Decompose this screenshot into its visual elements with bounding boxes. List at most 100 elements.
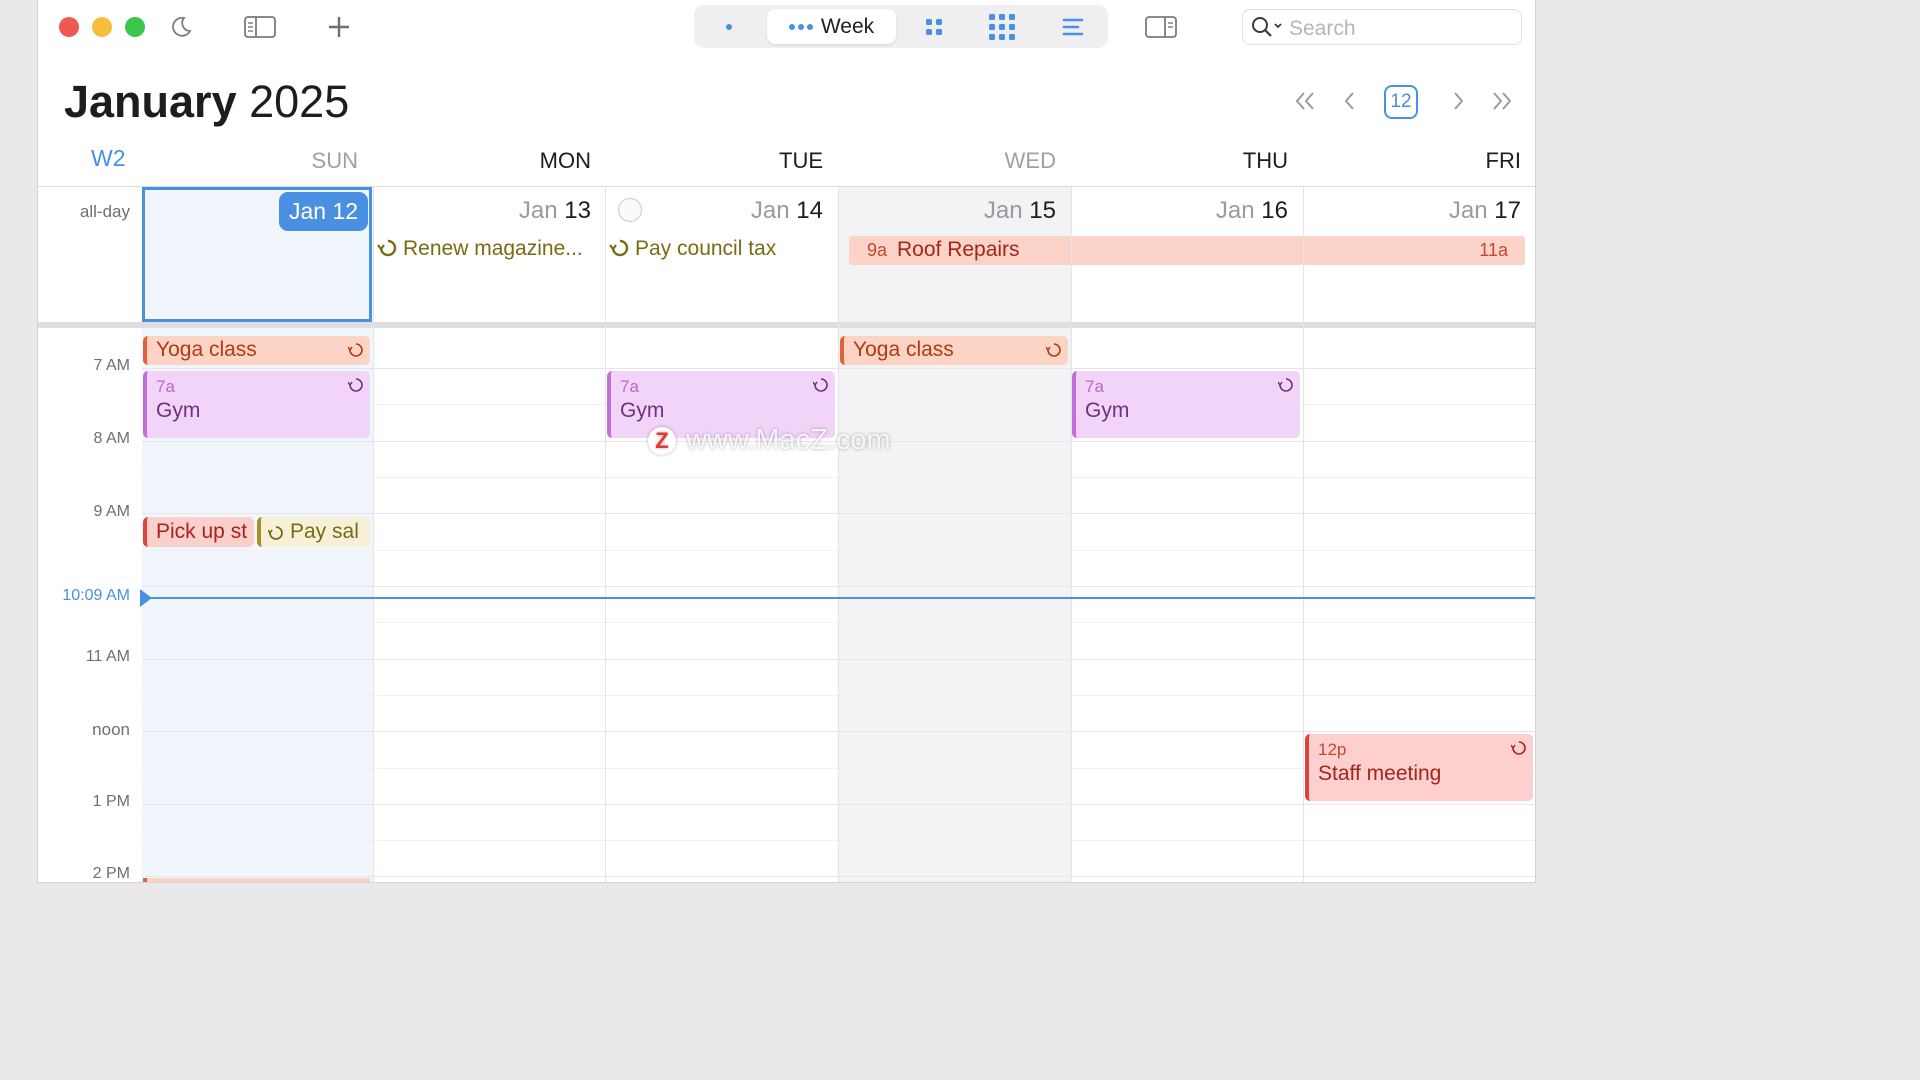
column-divider	[605, 187, 606, 882]
week-view-label: Week	[820, 14, 875, 38]
column-divider	[1303, 187, 1304, 882]
day-view-icon	[726, 23, 732, 30]
search-icon	[1252, 17, 1282, 37]
repeat-icon	[377, 239, 397, 257]
view-mode-control: Week	[694, 5, 1108, 48]
date-day: 17	[1494, 197, 1521, 224]
time-label-11am: 11 AM	[85, 648, 130, 665]
search-input[interactable]: Search	[1289, 17, 1356, 41]
all-day-label: all-day	[79, 202, 130, 221]
date-month: Jan	[1215, 197, 1255, 224]
event-title: Gym	[1085, 399, 1130, 422]
double-chevron-right-icon[interactable]	[1491, 88, 1513, 119]
event-end-time: 11a	[1479, 240, 1508, 260]
event-yoga-sun[interactable]: Yoga class	[143, 336, 370, 365]
close-button[interactable]	[59, 17, 79, 37]
date-mon: Jan 13	[488, 197, 591, 225]
list-view-icon	[1062, 18, 1084, 35]
double-chevron-left-icon[interactable]	[1294, 88, 1316, 119]
event-pick-up[interactable]: Pick up st	[143, 517, 254, 547]
event-title: Yoga class	[853, 338, 954, 361]
month-view-button[interactable]	[912, 9, 956, 44]
zoom-button[interactable]	[125, 17, 145, 37]
date-day: 16	[1261, 197, 1288, 224]
minimize-button[interactable]	[92, 17, 112, 37]
week-number: W2	[91, 145, 126, 171]
year-label: 2025	[249, 76, 350, 127]
event-title: Staff meeting	[1318, 762, 1442, 785]
day-header-wed: WED	[1004, 148, 1056, 173]
date-day: 13	[564, 197, 591, 224]
watermark-text: www.MacZ.com	[686, 424, 891, 456]
date-fri: Jan 17	[1418, 197, 1521, 225]
chevron-right-icon[interactable]	[1451, 88, 1465, 119]
chevron-left-icon[interactable]	[1343, 88, 1357, 119]
moon-phase-icon	[618, 198, 642, 222]
watermark-logo-icon: Z	[648, 426, 676, 455]
date-month: Jan	[1448, 197, 1488, 224]
day-header-tue: TUE	[779, 148, 823, 173]
calendar-window: Week Search January 2025 12 W2 SUN MON T…	[38, 0, 1535, 882]
day-header-mon: MON	[539, 148, 591, 173]
time-label-7am: 7 AM	[93, 357, 130, 374]
event-staff-meeting[interactable]: 12p Staff meeting	[1305, 734, 1533, 801]
repeat-icon	[1278, 378, 1293, 392]
page-title: January 2025	[64, 76, 349, 128]
event-time: 7a	[620, 377, 639, 396]
event-title: Gym	[620, 399, 665, 422]
date-wed: Jan 15	[953, 197, 1056, 225]
task-title: Pay council tax	[635, 237, 777, 260]
repeat-icon	[268, 526, 283, 540]
wed-column	[838, 187, 1071, 882]
repeat-icon	[609, 239, 629, 257]
column-divider	[373, 187, 374, 882]
date-month: Jan	[750, 197, 790, 224]
date-thu: Jan 16	[1185, 197, 1288, 225]
event-pay-salary[interactable]: Pay sal	[257, 517, 370, 547]
event-title: Roof Repairs	[897, 238, 1020, 261]
event-partial[interactable]	[143, 878, 370, 882]
list-view-button[interactable]	[1051, 9, 1095, 44]
event-time: 7a	[1085, 377, 1104, 396]
date-day: 15	[1029, 197, 1056, 224]
event-time: 12p	[1318, 740, 1347, 759]
moon-icon[interactable]	[166, 10, 196, 44]
week-view-icon	[788, 23, 813, 30]
time-label-noon: noon	[92, 720, 130, 739]
date-month: Jan	[518, 197, 558, 224]
inspector-icon[interactable]	[1144, 10, 1178, 44]
task-renew-magazine[interactable]: Renew magazine...	[377, 237, 587, 261]
event-title: Yoga class	[156, 338, 257, 361]
event-title: Pick up st	[156, 520, 248, 543]
event-title: Pay sal	[290, 520, 359, 543]
time-label-8am: 8 AM	[93, 430, 130, 447]
week-view-button[interactable]: Week	[767, 9, 896, 44]
plus-icon[interactable]	[324, 10, 354, 44]
event-gym-sun[interactable]: 7a Gym	[143, 371, 370, 438]
day-view-button[interactable]	[706, 9, 752, 44]
month-view-icon	[926, 18, 942, 35]
all-day-divider	[38, 322, 1535, 328]
day-header-sun: SUN	[311, 148, 358, 173]
search-field[interactable]: Search	[1242, 9, 1522, 45]
date-tue: Jan 14	[720, 197, 823, 225]
event-title: Gym	[156, 399, 201, 422]
today-date-pill: Jan 12	[279, 192, 368, 231]
month-label: January	[64, 76, 237, 127]
date-month: Jan	[983, 197, 1023, 224]
event-roof-repairs[interactable]: 9a Roof Repairs 11a	[849, 236, 1525, 265]
time-label-2pm: 2 PM	[92, 865, 130, 882]
task-pay-council-tax[interactable]: Pay council tax	[609, 237, 829, 261]
event-yoga-wed[interactable]: Yoga class	[840, 336, 1068, 365]
watermark: Z www.MacZ.com	[648, 424, 891, 457]
repeat-icon	[348, 343, 363, 357]
event-gym-thu[interactable]: 7a Gym	[1072, 371, 1300, 438]
current-time-label: 10:09 AM	[62, 587, 130, 604]
repeat-icon	[1046, 343, 1061, 357]
repeat-icon	[1511, 741, 1526, 755]
year-view-button[interactable]	[980, 9, 1024, 44]
event-start-time: 9a	[867, 240, 888, 260]
time-label-1pm: 1 PM	[92, 793, 130, 810]
today-button[interactable]: 12	[1384, 85, 1418, 119]
sidebar-icon[interactable]	[243, 10, 277, 44]
